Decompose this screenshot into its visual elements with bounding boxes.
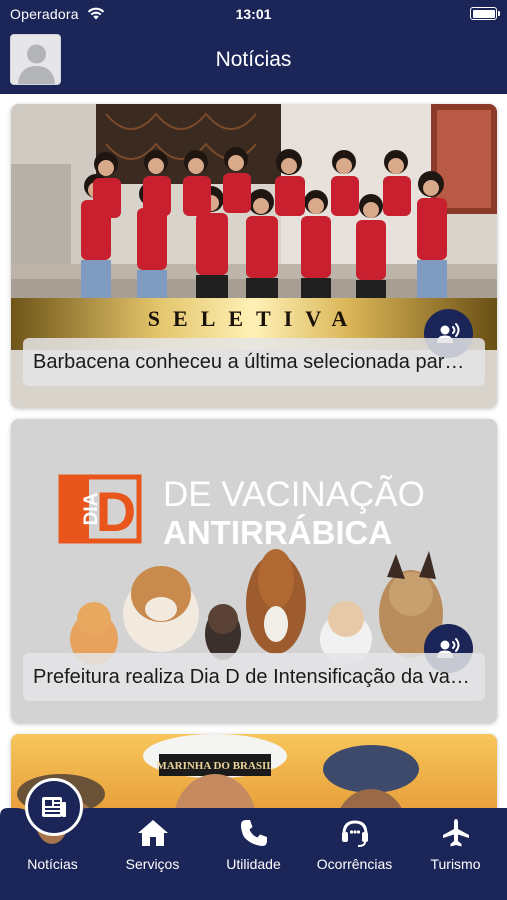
phone-icon xyxy=(240,820,267,846)
tab-label: Ocorrências xyxy=(316,856,393,872)
bottom-nav: Notícias Serviços Utilidade Ocorrências … xyxy=(0,778,507,900)
battery-icon xyxy=(470,7,500,20)
page-title: Notícias xyxy=(215,48,292,71)
app-header: Operadora 13:01 Notícias xyxy=(0,0,507,94)
banner-text: SELETIVA xyxy=(148,306,360,331)
news-feed[interactable]: SELETIVA Barbacena conheceu a última sel… xyxy=(0,94,507,900)
tab-ocorrencias[interactable]: Ocorrências xyxy=(304,808,405,900)
home-icon xyxy=(137,820,168,846)
banner-d: D xyxy=(96,480,136,543)
tab-label: Serviços xyxy=(125,856,180,872)
tab-turismo[interactable]: Turismo xyxy=(405,808,506,900)
headset-icon xyxy=(341,820,368,847)
tab-servicos[interactable]: Serviços xyxy=(102,808,203,900)
news-card[interactable]: SELETIVA Barbacena conheceu a última sel… xyxy=(11,104,497,408)
airplane-icon xyxy=(442,819,469,847)
tab-label: Utilidade xyxy=(226,856,281,872)
news-title: Prefeitura realiza Dia D de Intensificaç… xyxy=(33,665,475,688)
tab-label: Notícias xyxy=(27,856,78,872)
status-bar: Operadora 13:01 xyxy=(0,0,507,28)
tab-noticias[interactable]: Notícias xyxy=(2,778,103,900)
active-tab-indicator xyxy=(25,778,83,836)
news-title: Barbacena conheceu a última selecionada … xyxy=(33,350,475,373)
newspaper-icon xyxy=(42,797,66,817)
tab-label: Turismo xyxy=(430,856,481,872)
news-caption[interactable]: Barbacena conheceu a última selecionada … xyxy=(23,338,485,386)
tab-utilidade[interactable]: Utilidade xyxy=(203,808,304,900)
news-card[interactable]: DIA D DE VACINAÇÃO ANTIRRÁBICA Prefeitur… xyxy=(11,419,497,723)
banner-line1: DE VACINAÇÃO xyxy=(163,475,425,514)
clock: 13:01 xyxy=(235,6,272,22)
banner-line2: ANTIRRÁBICA xyxy=(163,514,392,551)
news-caption[interactable]: Prefeitura realiza Dia D de Intensificaç… xyxy=(23,653,485,701)
cap-band-text: MARINHA DO BRASIL xyxy=(156,760,273,772)
